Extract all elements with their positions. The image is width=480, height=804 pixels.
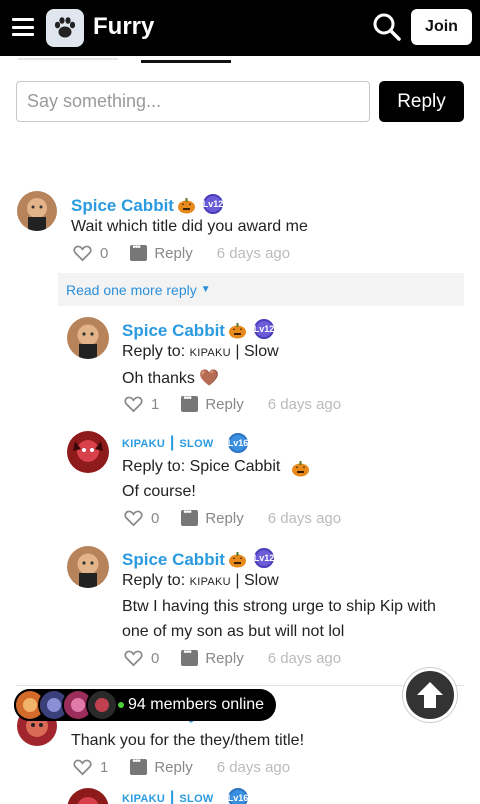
reply-link[interactable]: Reply bbox=[154, 245, 192, 262]
level-badge: Lv12 bbox=[203, 194, 223, 214]
like-count: 1 bbox=[100, 758, 109, 776]
comment-actions: 1 Reply 6 days ago bbox=[73, 756, 290, 778]
reply-author[interactable]: kipaku | slow bbox=[122, 434, 214, 452]
comment-icon[interactable] bbox=[181, 647, 199, 666]
reply-text: Of course! bbox=[122, 483, 196, 500]
comment-text: Wait which title did you award me bbox=[71, 218, 308, 235]
comment-icon[interactable] bbox=[181, 393, 199, 412]
reply-actions: 1 Reply 6 days ago bbox=[124, 393, 341, 415]
level-badge: Lv12 bbox=[254, 548, 274, 568]
reply-to-prefix: Reply to: bbox=[122, 343, 186, 360]
level-badge: Lv12 bbox=[254, 319, 274, 339]
reply-author[interactable]: Spice Cabbit bbox=[122, 550, 225, 570]
scroll-to-top-button[interactable] bbox=[403, 668, 457, 722]
top-bar: Furry Join bbox=[0, 0, 480, 56]
like-count: 0 bbox=[151, 649, 160, 667]
join-button[interactable]: Join bbox=[411, 9, 472, 45]
heart-icon[interactable] bbox=[124, 510, 143, 527]
pumpkin-icon bbox=[291, 459, 310, 477]
reply-text-line2: one of my son as but will not lol bbox=[122, 623, 345, 640]
heart-icon[interactable] bbox=[73, 759, 92, 776]
read-more-replies[interactable]: Read one more reply ▼ bbox=[58, 273, 464, 306]
reply-actions: 0 Reply 6 days ago bbox=[124, 647, 341, 669]
reply-to-name[interactable]: kipaku bbox=[190, 343, 231, 360]
comment-author[interactable]: Spice Cabbit bbox=[71, 196, 174, 216]
reply-to-prefix: Reply to: bbox=[122, 458, 186, 475]
online-status-dot bbox=[118, 702, 124, 708]
tab-divider bbox=[18, 58, 118, 60]
timestamp: 6 days ago bbox=[267, 395, 342, 413]
avatar[interactable] bbox=[17, 191, 57, 231]
heart-icon[interactable] bbox=[124, 650, 143, 667]
reply-text: Oh thanks 🤎 bbox=[122, 370, 220, 387]
reply-author[interactable]: Spice Cabbit bbox=[122, 321, 225, 341]
like-count: 0 bbox=[151, 509, 160, 527]
avatar[interactable] bbox=[67, 431, 109, 473]
level-badge: Lv16 bbox=[228, 788, 248, 804]
online-count: 94 members online bbox=[128, 696, 265, 713]
reply-to-line: Reply to: kipaku | Slow bbox=[122, 343, 279, 361]
avatar[interactable] bbox=[67, 317, 109, 359]
reply-to-line: Reply to: kipaku | Slow bbox=[122, 572, 279, 590]
comment-actions: 0 Reply 6 days ago bbox=[73, 242, 290, 264]
like-count: 1 bbox=[151, 395, 160, 413]
like-count: 0 bbox=[100, 244, 109, 262]
reply-to-suffix: | Slow bbox=[235, 343, 279, 360]
level-badge: Lv16 bbox=[228, 433, 248, 453]
menu-icon[interactable] bbox=[12, 18, 34, 36]
section-divider bbox=[16, 685, 464, 686]
reply-actions: 0 Reply 6 days ago bbox=[124, 507, 341, 529]
reply-link[interactable]: Reply bbox=[154, 759, 192, 776]
search-icon[interactable] bbox=[372, 12, 402, 42]
comment-input[interactable]: Say something... bbox=[16, 81, 370, 122]
timestamp: 6 days ago bbox=[216, 244, 291, 262]
reply-to-prefix: Reply to: bbox=[122, 572, 186, 589]
reply-button[interactable]: Reply bbox=[379, 81, 464, 122]
reply-to-line: Reply to: Spice Cabbit bbox=[122, 458, 280, 476]
online-avatars bbox=[14, 689, 118, 721]
paw-logo-icon[interactable] bbox=[46, 9, 84, 47]
pumpkin-icon bbox=[177, 196, 196, 214]
comment-text: Thank you for the they/them title! bbox=[71, 732, 305, 749]
reply-to-suffix: | Slow bbox=[235, 572, 279, 589]
heart-icon[interactable] bbox=[124, 396, 143, 413]
read-more-label: Read one more reply bbox=[66, 281, 197, 298]
caret-down-icon: ▼ bbox=[200, 284, 211, 295]
pumpkin-icon bbox=[228, 321, 247, 339]
reply-text: Btw I having this strong urge to ship Ki… bbox=[122, 598, 436, 615]
pumpkin-icon bbox=[228, 550, 247, 568]
comment-icon[interactable] bbox=[130, 756, 148, 775]
comment-icon[interactable] bbox=[181, 507, 199, 526]
reply-link[interactable]: Reply bbox=[205, 510, 243, 527]
heart-icon[interactable] bbox=[73, 245, 92, 262]
avatar[interactable] bbox=[67, 546, 109, 588]
active-tab-indicator bbox=[141, 60, 231, 63]
reply-link[interactable]: Reply bbox=[205, 396, 243, 413]
app-title[interactable]: Furry bbox=[93, 13, 154, 41]
timestamp: 6 days ago bbox=[267, 509, 342, 527]
timestamp: 6 days ago bbox=[267, 649, 342, 667]
avatar bbox=[86, 689, 118, 721]
reply-to-name[interactable]: kipaku bbox=[190, 572, 231, 589]
online-members-pill[interactable]: 94 members online bbox=[14, 689, 277, 721]
reply-to-name[interactable]: Spice Cabbit bbox=[190, 458, 281, 475]
timestamp: 6 days ago bbox=[216, 758, 291, 776]
reply-link[interactable]: Reply bbox=[205, 650, 243, 667]
avatar[interactable] bbox=[67, 788, 109, 804]
comment-author[interactable]: kipaku | slow bbox=[122, 789, 214, 804]
comment-icon[interactable] bbox=[130, 242, 148, 261]
arrow-up-icon bbox=[417, 682, 443, 708]
